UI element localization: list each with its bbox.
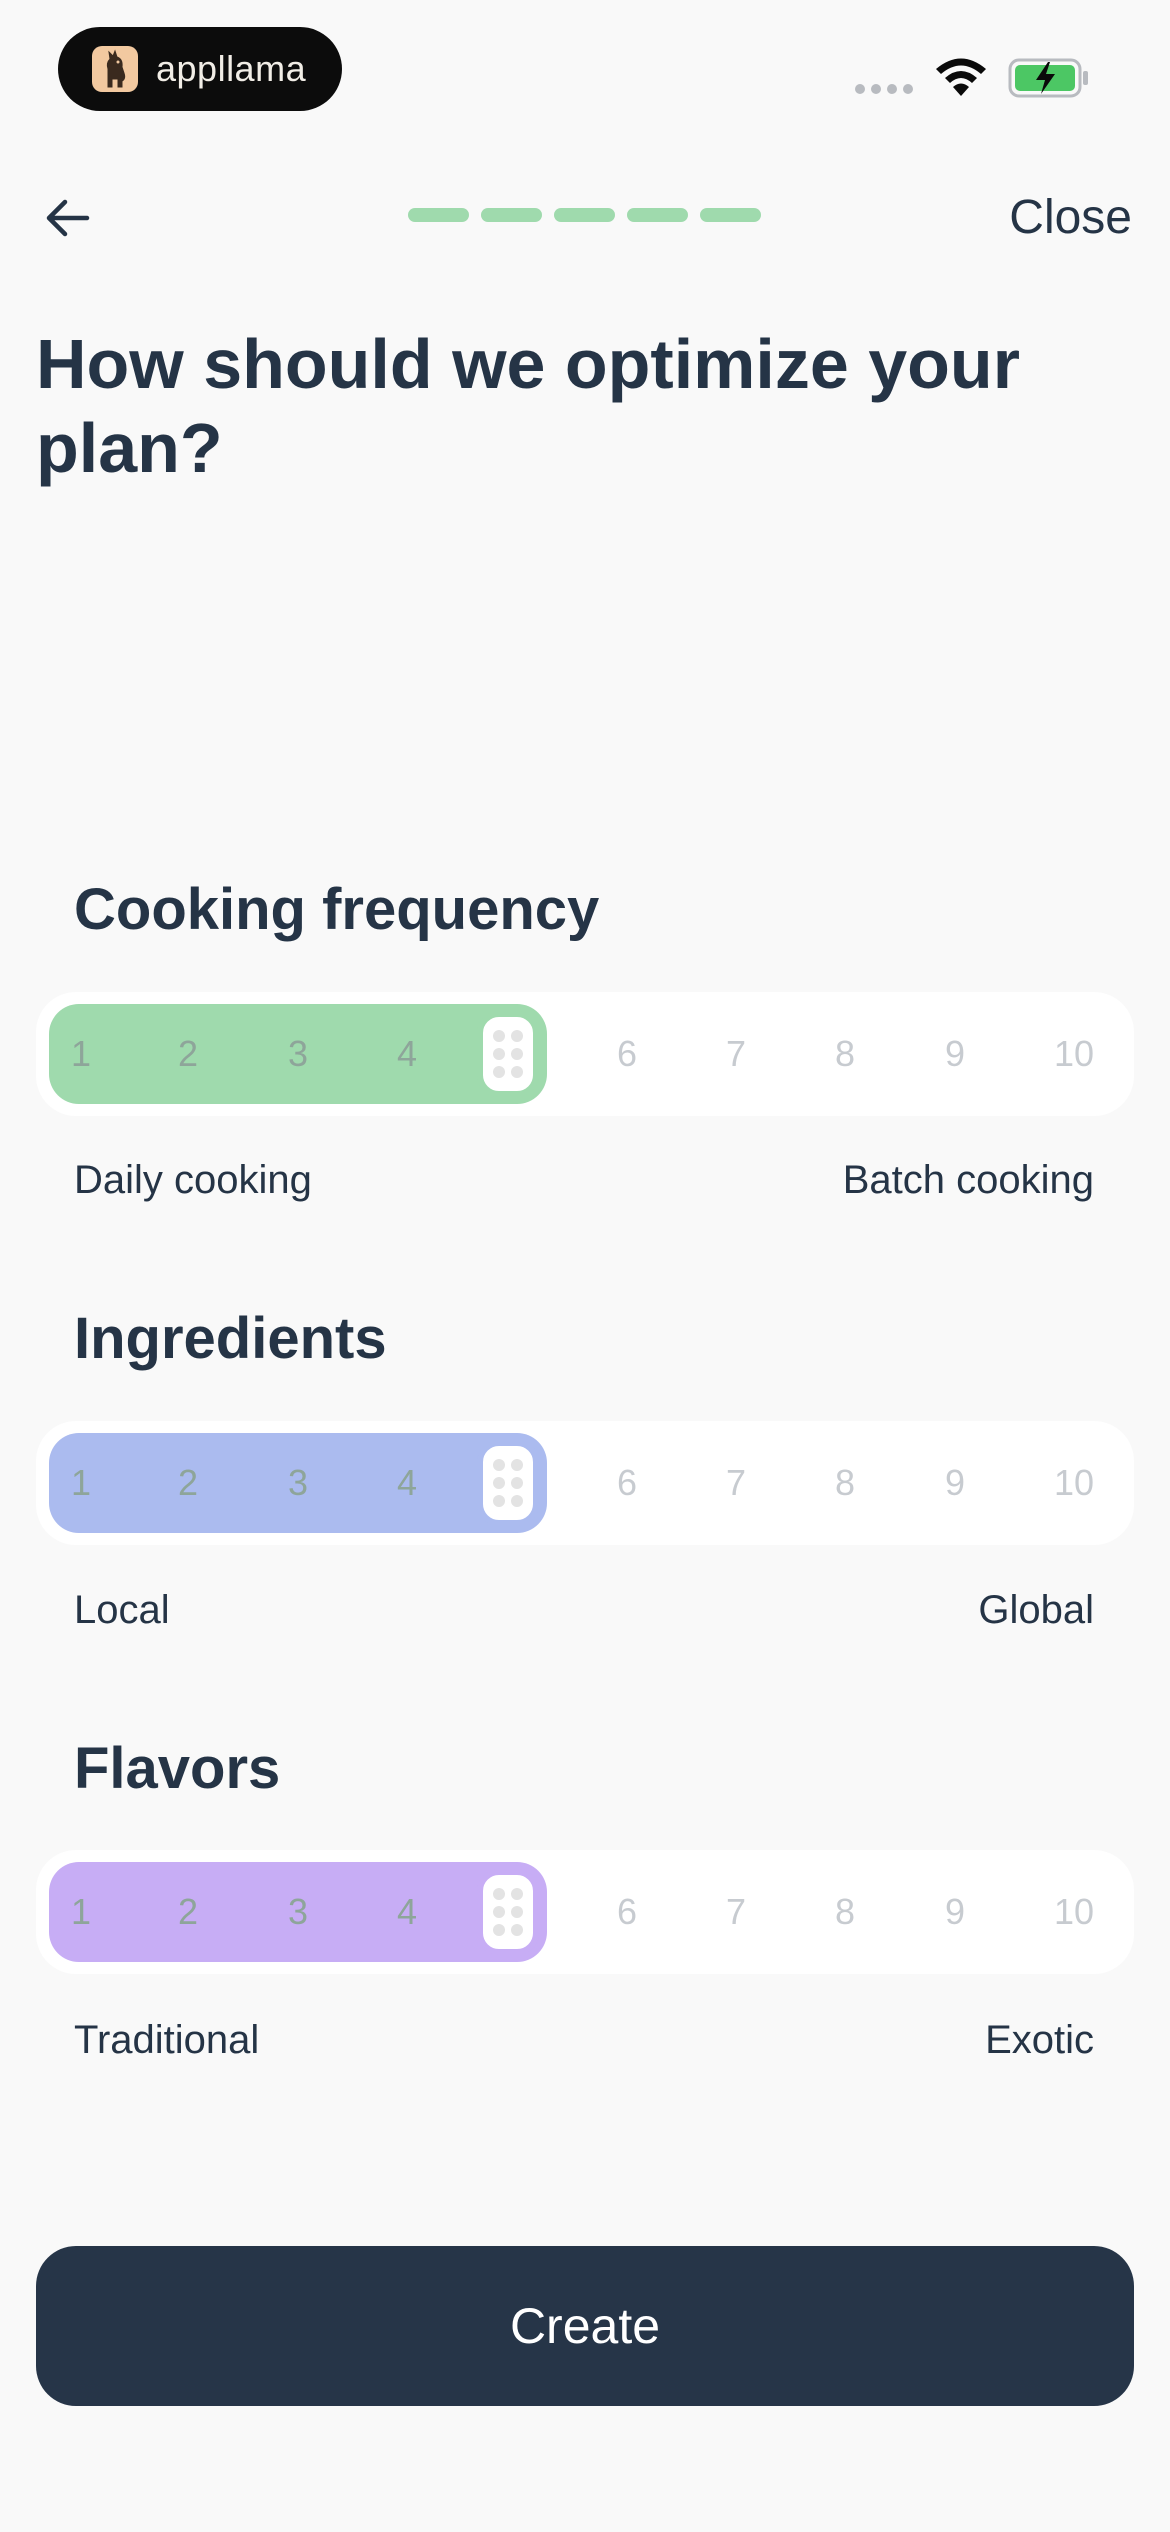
slider-tick[interactable]: 7	[696, 1850, 776, 1974]
nav-bar: Close	[0, 170, 1170, 260]
ingredients-slider[interactable]: 1 2 3 4 6 7 8 9 10	[36, 1421, 1134, 1545]
slider-tick[interactable]: 4	[367, 1850, 447, 1974]
progress-step	[700, 208, 761, 222]
max-label: Global	[978, 1588, 1094, 1632]
slider-tick[interactable]: 2	[148, 1421, 228, 1545]
llama-logo-icon	[92, 46, 138, 92]
back-button[interactable]	[38, 188, 98, 248]
progress-step	[481, 208, 542, 222]
cooking-frequency-slider[interactable]: 1 2 3 4 6 7 8 9 10	[36, 992, 1134, 1116]
slider-tick[interactable]: 3	[258, 1850, 338, 1974]
page-title: How should we optimize your plan?	[36, 325, 1020, 487]
slider-tick[interactable]: 8	[805, 992, 885, 1116]
create-button[interactable]: Create	[36, 2246, 1134, 2406]
slider-tick[interactable]: 1	[41, 1421, 121, 1545]
status-bar: appllama	[0, 0, 1170, 130]
slider-tick[interactable]: 8	[805, 1850, 885, 1974]
slider-handle[interactable]	[477, 1440, 539, 1526]
brand-badge: appllama	[58, 27, 342, 111]
slider-tick[interactable]: 10	[1034, 1850, 1114, 1974]
min-label: Daily cooking	[74, 1158, 312, 1202]
flavors-slider[interactable]: 1 2 3 4 6 7 8 9 10	[36, 1850, 1134, 1974]
section-title-ingredients: Ingredients	[74, 1306, 387, 1371]
slider-tick[interactable]: 3	[258, 992, 338, 1116]
slider-tick[interactable]: 9	[915, 992, 995, 1116]
progress-step	[554, 208, 615, 222]
section-title-cooking-frequency: Cooking frequency	[74, 877, 600, 942]
slider-tick[interactable]: 4	[367, 1421, 447, 1545]
progress-step	[627, 208, 688, 222]
slider-tick[interactable]: 7	[696, 1421, 776, 1545]
slider-tick[interactable]: 1	[41, 1850, 121, 1974]
slider-tick[interactable]: 10	[1034, 1421, 1114, 1545]
slider-tick[interactable]: 9	[915, 1421, 995, 1545]
max-label: Exotic	[985, 2018, 1094, 2062]
slider-tick[interactable]: 10	[1034, 992, 1114, 1116]
slider-handle[interactable]	[477, 1011, 539, 1097]
close-button[interactable]: Close	[1009, 190, 1132, 245]
battery-charging-icon	[1008, 58, 1088, 98]
slider-tick[interactable]: 2	[148, 992, 228, 1116]
slider-tick[interactable]: 8	[805, 1421, 885, 1545]
max-label: Batch cooking	[842, 1158, 1094, 1202]
cellular-signal-icon	[855, 84, 913, 94]
slider-tick[interactable]: 1	[41, 992, 121, 1116]
slider-tick[interactable]: 6	[587, 992, 667, 1116]
slider-handle[interactable]	[477, 1869, 539, 1955]
slider-tick[interactable]: 7	[696, 992, 776, 1116]
slider-tick[interactable]: 2	[148, 1850, 228, 1974]
slider-tick[interactable]: 3	[258, 1421, 338, 1545]
slider-tick[interactable]: 9	[915, 1850, 995, 1974]
slider-tick[interactable]: 6	[587, 1850, 667, 1974]
brand-name: appllama	[156, 48, 307, 89]
step-progress	[408, 208, 761, 222]
progress-step	[408, 208, 469, 222]
section-title-flavors: Flavors	[74, 1736, 281, 1801]
arrow-left-icon	[46, 199, 90, 237]
min-label: Local	[74, 1588, 170, 1632]
slider-tick[interactable]: 6	[587, 1421, 667, 1545]
min-label: Traditional	[74, 2018, 260, 2062]
slider-tick[interactable]: 4	[367, 992, 447, 1116]
wifi-icon	[936, 58, 986, 96]
